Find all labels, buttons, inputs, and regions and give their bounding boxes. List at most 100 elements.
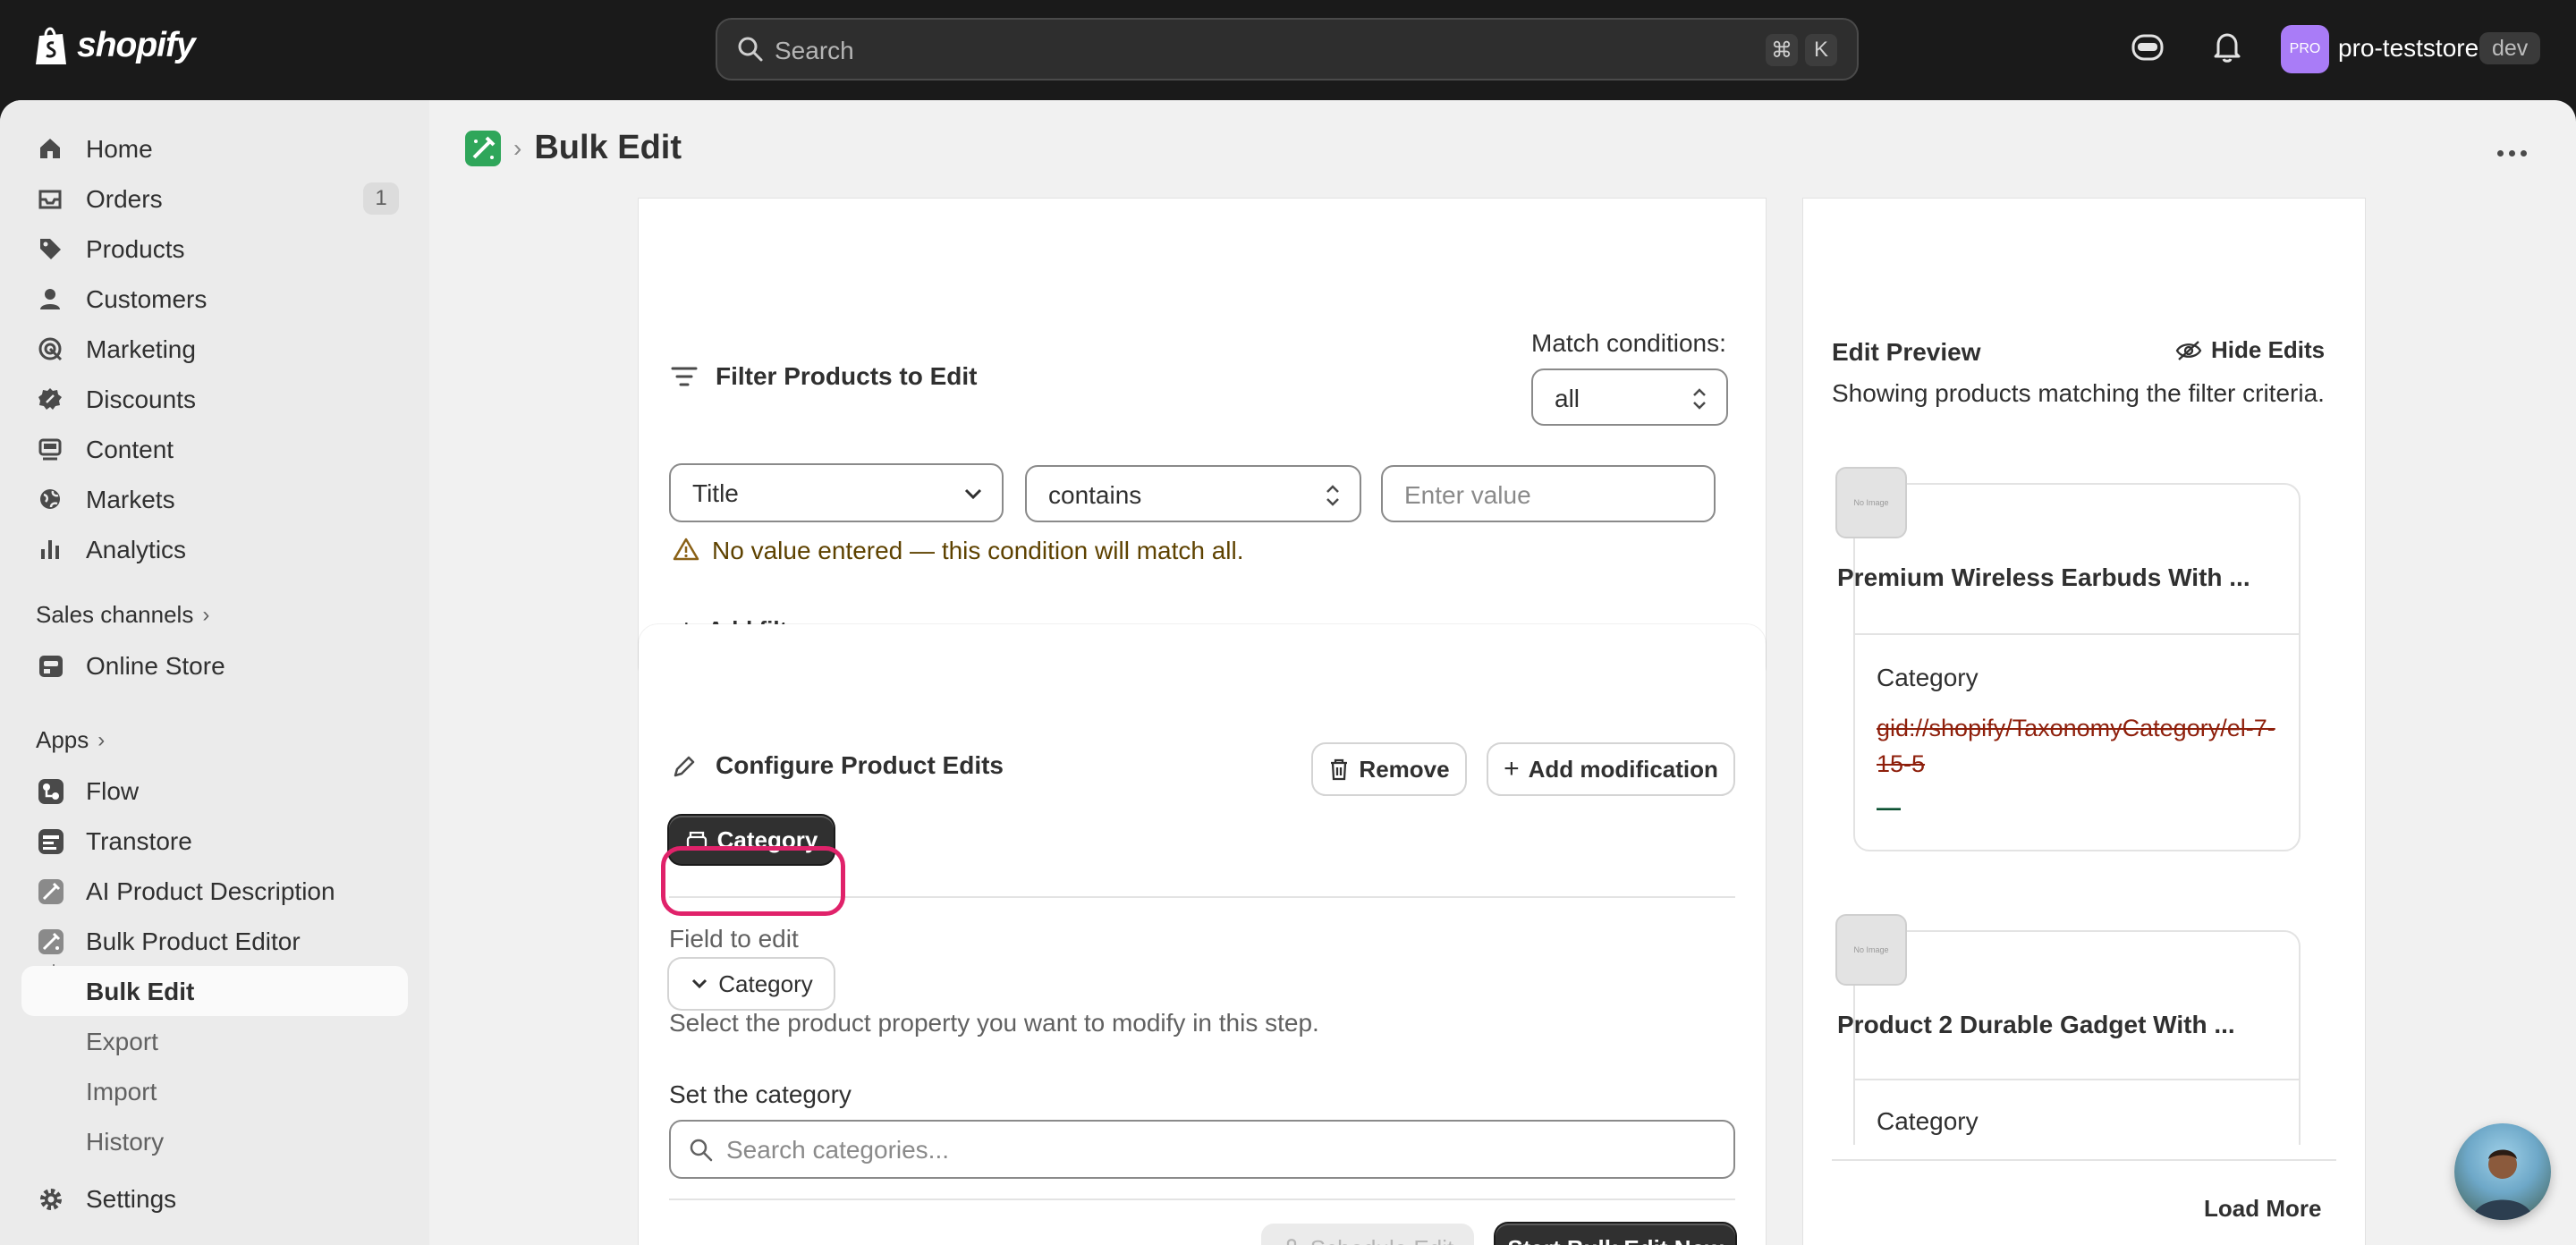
sidebar-subitem-import[interactable]: Import (21, 1066, 408, 1116)
sidebar-item-orders[interactable]: Orders 1 (21, 174, 408, 224)
sidebar-item-label: Bulk Product Editor (86, 927, 301, 955)
start-bulk-edit-button[interactable]: Start Bulk Edit Now (1496, 1224, 1735, 1245)
schedule-edit-button[interactable]: Schedule Edit (1261, 1224, 1474, 1245)
preview-subtitle: Showing products matching the filter cri… (1832, 379, 2325, 407)
sidebar-item-label: Markets (86, 486, 175, 513)
sidebar-subitem-history[interactable]: History (21, 1116, 408, 1166)
remove-label: Remove (1359, 755, 1450, 783)
sidebar-item-label: Marketing (86, 335, 196, 363)
add-modification-button[interactable]: + Add modification (1488, 744, 1733, 794)
sidebar-item-settings[interactable]: Settings (21, 1173, 408, 1224)
search-icon (738, 37, 763, 62)
focus-highlight-ring (661, 846, 845, 916)
field-to-edit-dropdown[interactable]: Category (669, 959, 834, 1009)
preview-product-card: Category gid://shopify/TaxonomyCategory/… (1853, 483, 2301, 851)
filter-icon (671, 367, 698, 386)
sidebar-subitem-bulk-edit[interactable]: Bulk Edit (21, 966, 408, 1016)
chevron-right-icon: › (97, 727, 106, 752)
breadcrumb: › Bulk Edit (465, 129, 682, 167)
sidebar-item-markets[interactable]: Markets (21, 474, 408, 524)
preview-old-value: gid://shopify/TaxonomyCategory/el-7-15-5 (1877, 715, 2275, 777)
start-bulk-edit-label: Start Bulk Edit Now (1507, 1235, 1723, 1245)
remove-button[interactable]: Remove (1313, 744, 1465, 794)
sidebar-item-online-store[interactable]: Online Store (21, 640, 408, 690)
breadcrumb-chevron-icon: › (513, 133, 522, 162)
bell-icon[interactable] (2211, 30, 2243, 64)
sidebar-item-label: Settings (86, 1185, 177, 1213)
field-to-edit-label: Field to edit (669, 925, 799, 953)
store-avatar[interactable]: PRO (2281, 25, 2329, 73)
content-icon (38, 438, 62, 461)
select-arrows-icon (1693, 388, 1706, 410)
sidekick-icon[interactable] (2131, 30, 2165, 64)
chevron-down-icon (964, 488, 982, 500)
chevron-right-icon: › (202, 602, 210, 627)
select-arrows-icon (1326, 485, 1339, 506)
bar-chart-icon (41, 540, 59, 559)
sidebar-item-label: Online Store (86, 652, 225, 680)
edit-preview-card: Edit Preview Hide Edits Showing products… (1803, 199, 2365, 1245)
sidebar-item-marketing[interactable]: Marketing (21, 324, 408, 374)
store-name[interactable]: pro-teststore (2338, 34, 2479, 63)
bulk-editor-app-icon (38, 929, 64, 954)
ai-description-app-icon (38, 879, 64, 904)
filter-operator-select[interactable]: contains (1025, 465, 1361, 522)
sidebar-item-label: Discounts (86, 385, 196, 413)
match-conditions-label: Match conditions: (1531, 329, 1726, 357)
sidebar-item-flow[interactable]: Flow (21, 766, 408, 816)
sidebar-item-bulk-product-editor[interactable]: Bulk Product Editor (21, 916, 408, 966)
divider (669, 1198, 1735, 1200)
sidebar-item-label: Orders (86, 185, 163, 213)
shopify-bag-icon (36, 27, 66, 64)
warning-icon (673, 538, 699, 561)
sidebar-item-label: History (86, 1128, 165, 1156)
sidebar-item-label: Bulk Edit (86, 978, 195, 1005)
configure-card-title: Configure Product Edits (716, 751, 1004, 779)
add-modification-label: Add modification (1528, 755, 1718, 783)
bulk-editor-app-icon[interactable] (465, 130, 501, 166)
eye-off-icon (2175, 340, 2202, 360)
filter-field-select[interactable]: Title (669, 463, 1004, 522)
global-search[interactable]: Search ⌘ K (716, 18, 1859, 80)
category-search-input[interactable]: Search categories... (669, 1120, 1735, 1179)
sidebar-item-transtore[interactable]: Transtore (21, 816, 408, 866)
filter-card: Filter Products to Edit Match conditions… (639, 199, 1766, 685)
sidebar-item-label: Flow (86, 777, 140, 805)
top-bar: shopify Search ⌘ K PRO pro-teststore dev (0, 0, 2576, 100)
preview-product-name[interactable]: Premium Wireless Earbuds With ... (1837, 563, 2250, 592)
divider (1855, 633, 2299, 635)
sidebar-item-label: Customers (86, 285, 208, 313)
online-store-icon (39, 656, 63, 677)
load-more-button[interactable]: Load More (2204, 1195, 2321, 1223)
globe-icon (40, 489, 60, 509)
hide-edits-button[interactable]: Hide Edits (2175, 336, 2325, 364)
filter-value-input[interactable]: Enter value (1381, 465, 1716, 522)
product-image-placeholder: No Image (1835, 467, 1907, 538)
sidebar-subitem-export[interactable]: Export (21, 1016, 408, 1066)
sidebar-item-content[interactable]: Content (21, 424, 408, 474)
sidebar-item-home[interactable]: Home (21, 123, 408, 174)
sales-channels-heading[interactable]: Sales channels › (36, 601, 209, 629)
discount-icon (38, 388, 62, 410)
sidebar-item-ai-product-description[interactable]: AI Product Description (21, 866, 408, 916)
shopify-logo[interactable]: shopify (34, 25, 196, 66)
more-actions-icon[interactable] (2497, 150, 2527, 157)
match-conditions-value: all (1555, 385, 1580, 412)
sidebar-item-products[interactable]: Products (21, 224, 408, 274)
tag-icon (40, 239, 61, 259)
filter-card-title: Filter Products to Edit (716, 362, 978, 390)
sidebar-item-discounts[interactable]: Discounts (21, 374, 408, 424)
product-image-placeholder: No Image (1835, 914, 1907, 986)
sidebar-item-analytics[interactable]: Analytics (21, 524, 408, 574)
sidebar-item-customers[interactable]: Customers (21, 274, 408, 324)
match-conditions-select[interactable]: all (1531, 368, 1728, 426)
configure-edits-card: Configure Product Edits Remove + Add mod… (639, 624, 1766, 1245)
schedule-edit-label: Schedule Edit (1310, 1235, 1453, 1245)
assistant-avatar-bubble[interactable] (2454, 1123, 2551, 1220)
sidebar-item-label: Home (86, 135, 153, 163)
search-icon (690, 1139, 713, 1162)
apps-heading[interactable]: Apps › (36, 726, 105, 754)
category-search-placeholder: Search categories... (726, 1136, 950, 1164)
person-icon (40, 289, 60, 309)
preview-product-name[interactable]: Product 2 Durable Gadget With ... (1837, 1011, 2235, 1039)
